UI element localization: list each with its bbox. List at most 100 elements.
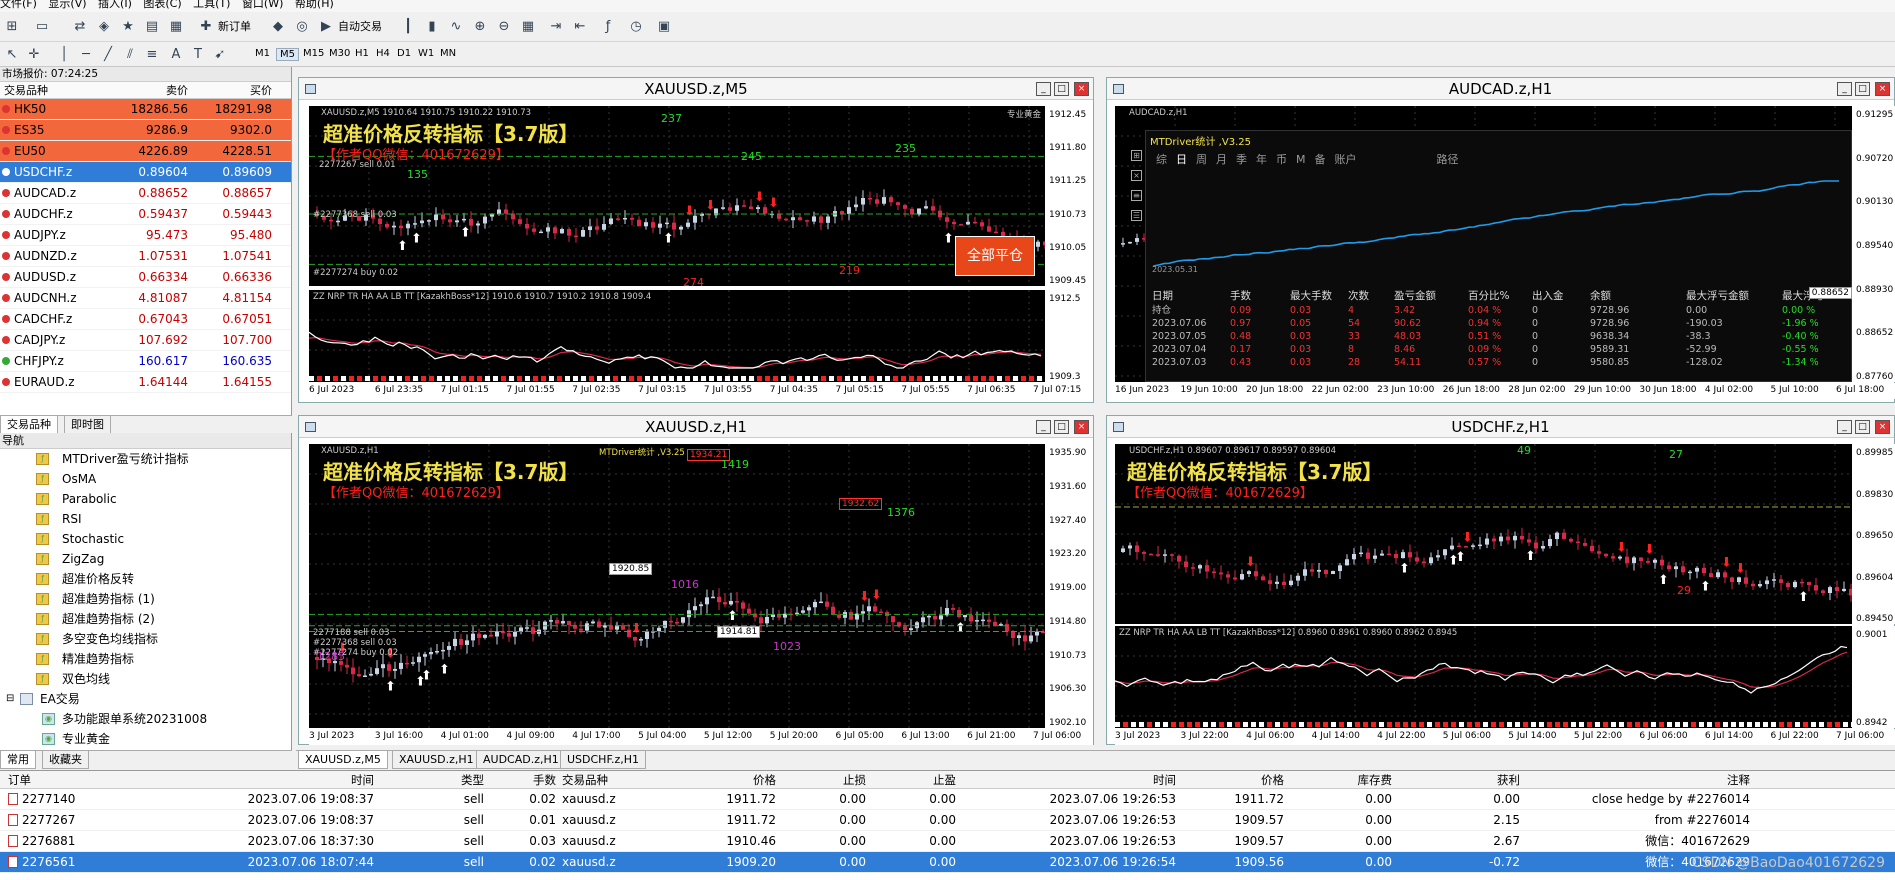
terminal-col-header[interactable]: 注释 <box>1526 771 1756 788</box>
line-chart-icon[interactable]: ∿ <box>446 16 466 36</box>
timeframe-h4[interactable]: H4 <box>373 48 393 59</box>
market-watch-row[interactable]: CADJPY.z 107.692 107.700 <box>0 330 291 351</box>
menu-help[interactable]: 帮助(H) <box>295 0 334 10</box>
close-icon[interactable]: × <box>1074 420 1089 434</box>
profiles-icon[interactable]: ▭ <box>32 16 52 36</box>
stats-tab[interactable]: 周 <box>1196 153 1207 166</box>
close-icon[interactable]: × <box>1875 420 1890 434</box>
auto-scroll-icon[interactable]: ⇥ <box>546 16 566 36</box>
maximize-icon[interactable]: □ <box>1054 420 1069 434</box>
timeframe-d1[interactable]: D1 <box>394 48 414 59</box>
menu-insert[interactable]: 插入(I) <box>98 0 132 10</box>
main-price-pane[interactable]: ⬇ ⬆ ⬇ ⬆ ⬆ ⬆ ⬇ ⬆ ⬇ ⬇ ⬆ XAUUSD.z,H1 MTDriver统计 ,V3.2… <box>309 444 1045 728</box>
market-watch-icon[interactable]: ⇄ <box>70 16 90 36</box>
data-window-icon[interactable]: ◈ <box>94 16 114 36</box>
terminal-col-header[interactable]: 订单 <box>0 771 150 788</box>
minimize-icon[interactable]: _ <box>1837 420 1852 434</box>
fibonacci-icon[interactable]: ≡ <box>142 44 162 64</box>
tab-favorites[interactable]: 收藏夹 <box>42 751 89 769</box>
navigator-indicator-item[interactable]: ƒ 精准趋势指标 <box>0 649 291 669</box>
terminal-col-header[interactable]: 类型 <box>380 771 490 788</box>
maximize-icon[interactable]: □ <box>1054 82 1069 96</box>
new-order-icon[interactable]: ✚ <box>196 16 216 36</box>
strategy-tester-icon[interactable]: ▦ <box>166 16 186 36</box>
menu-file[interactable]: 文件(F) <box>0 0 37 10</box>
indicator-pane[interactable]: ZZ NRP TR HA AA LB TT [KazakhBoss*12] 0.… <box>1115 626 1852 728</box>
collapse-icon[interactable]: ⊟ <box>6 689 14 709</box>
market-watch-row[interactable]: AUDCAD.z 0.88652 0.88657 <box>0 183 291 204</box>
bar-chart-icon[interactable]: ┃ <box>398 16 418 36</box>
market-watch-row[interactable]: AUDNZD.z 1.07531 1.07541 <box>0 246 291 267</box>
terminal-col-header[interactable]: 价格 <box>1182 771 1290 788</box>
minimize-icon[interactable]: _ <box>1036 420 1051 434</box>
chart-window-usdchf-h1[interactable]: USDCHF.z,H1 _ □ × ⬇ ⬆ ⬆ ⬆ ⬇ ⬆ ⬇ ⬇ ⬆ ⬆ ⬇ ⬇ ⬆ USDCHF.z… <box>1106 415 1895 745</box>
stats-menu-icon[interactable]: ☰ <box>1131 210 1142 221</box>
indicator-pane[interactable]: ZZ NRP TR HA AA LB TT [KazakhBoss*12] 19… <box>309 290 1045 382</box>
zoom-in-icon[interactable]: ⊕ <box>470 16 490 36</box>
close-icon[interactable]: × <box>1875 82 1890 96</box>
stats-tab[interactable]: 备 <box>1315 153 1326 166</box>
menu-charts[interactable]: 图表(C) <box>143 0 181 10</box>
terminal-col-header[interactable]: 获利 <box>1398 771 1526 788</box>
navigator-indicator-item[interactable]: ƒ 超准价格反转 <box>0 569 291 589</box>
timeframe-m30[interactable]: M30 <box>326 48 353 59</box>
stats-tab[interactable]: 年 <box>1256 153 1267 166</box>
timeframe-m15[interactable]: M15 <box>300 48 327 59</box>
signals-icon[interactable]: ◎ <box>292 16 312 36</box>
autotrade-button[interactable]: 自动交易 <box>338 18 382 34</box>
minimize-icon[interactable]: _ <box>1837 82 1852 96</box>
market-watch-row[interactable]: CHFJPY.z 160.617 160.635 <box>0 351 291 372</box>
meta-editor-icon[interactable]: ◆ <box>268 16 288 36</box>
horizontal-line-icon[interactable]: ─ <box>76 44 96 64</box>
chart-shift-icon[interactable]: ⇤ <box>570 16 590 36</box>
col-symbol[interactable]: 交易品种 <box>0 82 112 98</box>
indicators-icon[interactable]: ƒ <box>598 16 618 36</box>
zoom-out-icon[interactable]: ⊖ <box>494 16 514 36</box>
channel-icon[interactable]: ⫽ <box>120 44 140 64</box>
text-icon[interactable]: A <box>166 44 186 64</box>
arrows-icon[interactable]: ➹ <box>210 44 230 64</box>
navigator-icon[interactable]: ★ <box>118 16 138 36</box>
terminal-icon[interactable]: ▤ <box>142 16 162 36</box>
navigator-ea-item[interactable]: ◉ 多功能跟单系统20231008 <box>0 709 291 729</box>
crosshair-icon[interactable]: ✛ <box>24 44 44 64</box>
timeframe-m1[interactable]: M1 <box>252 48 273 59</box>
market-watch-row[interactable]: AUDCHF.z 0.59437 0.59443 <box>0 204 291 225</box>
navigator-indicator-item[interactable]: ƒ 双色均线 <box>0 669 291 689</box>
navigator-indicator-item[interactable]: ƒ 超准趋势指标 (2) <box>0 609 291 629</box>
market-watch-row[interactable]: ES35 9286.9 9302.0 <box>0 120 291 141</box>
navigator-ea-item[interactable]: ◉ 专业黄金 <box>0 729 291 749</box>
navigator-indicator-item[interactable]: ƒ Stochastic <box>0 529 291 549</box>
market-watch-row[interactable]: EURAUD.z 1.64144 1.64155 <box>0 372 291 393</box>
tile-windows-icon[interactable]: ▦ <box>518 16 538 36</box>
timeframe-h1[interactable]: H1 <box>352 48 372 59</box>
stats-tab[interactable]: 路径 <box>1437 153 1459 166</box>
market-watch-row[interactable]: EU50 4226.89 4228.51 <box>0 141 291 162</box>
new-order-button[interactable]: 新订单 <box>218 18 251 34</box>
navigator-indicator-item[interactable]: ƒ RSI <box>0 509 291 529</box>
trendline-icon[interactable]: ╱ <box>98 44 118 64</box>
terminal-col-header[interactable]: 价格 <box>672 771 782 788</box>
chart-window-xauusd-m5[interactable]: XAUUSD.z,M5 _ □ × ⬆ ⬆ ⬆ ⬆ ⬇ ⬇ ⬇ ⬇ ⬆ XAUUSD.z,M5 … <box>298 77 1094 403</box>
market-watch-row[interactable]: USDCHF.z 0.89604 0.89609 <box>0 162 291 183</box>
maximize-icon[interactable]: □ <box>1855 82 1870 96</box>
market-watch-row[interactable]: AUDJPY.z 95.473 95.480 <box>0 225 291 246</box>
minimize-icon[interactable]: _ <box>1036 82 1051 96</box>
tab-symbols[interactable]: 交易品种 <box>0 416 58 434</box>
maximize-icon[interactable]: □ <box>1855 420 1870 434</box>
navigator-indicator-item[interactable]: ƒ OsMA <box>0 469 291 489</box>
timeframe-mn[interactable]: MN <box>437 48 459 59</box>
terminal-col-header[interactable]: 库存费 <box>1290 771 1398 788</box>
market-watch-row[interactable]: HK50 18286.56 18291.98 <box>0 99 291 120</box>
stats-tab[interactable]: 账户 <box>1335 153 1357 166</box>
menu-window[interactable]: 窗口(W) <box>242 0 283 10</box>
terminal-row[interactable]: 2277267 2023.07.06 19:08:37 sell 0.01 xauusd… <box>0 810 1895 831</box>
terminal-col-header[interactable]: 止损 <box>782 771 872 788</box>
stats-tab[interactable]: 币 <box>1276 153 1287 166</box>
stats-tab[interactable]: 日 <box>1176 153 1187 166</box>
terminal-row[interactable]: 2276881 2023.07.06 18:37:30 sell 0.03 xauusd… <box>0 831 1895 852</box>
text-label-icon[interactable]: T <box>188 44 208 64</box>
terminal-row[interactable]: 2277140 2023.07.06 19:08:37 sell 0.02 xauusd… <box>0 789 1895 810</box>
tab-common[interactable]: 常用 <box>0 751 36 769</box>
navigator-indicator-item[interactable]: ƒ Parabolic <box>0 489 291 509</box>
